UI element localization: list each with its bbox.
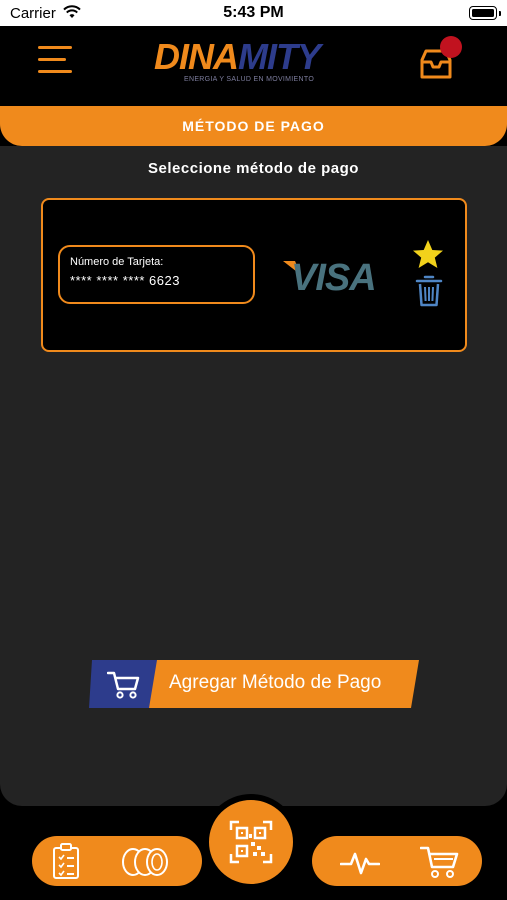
add-payment-method-label: Agregar Método de Pago: [169, 672, 382, 693]
qr-code-button[interactable]: [203, 794, 299, 890]
battery-icon: [469, 6, 501, 20]
visa-logo: VISA: [281, 253, 389, 299]
logo-tagline: ENERGIA Y SALUD EN MOVIMIENTO: [184, 76, 315, 83]
bottom-navigation: [0, 794, 507, 900]
activity-pulse-icon[interactable]: [339, 848, 381, 881]
card-brand-label: VISA: [291, 257, 376, 297]
app-header: DINAMITY ENERGIA Y SALUD EN MOVIMIENTO: [0, 26, 507, 106]
card-number-value: **** **** **** 6623: [70, 273, 180, 288]
dinamity-logo: DINAMITY ENERGIA Y SALUD EN MOVIMIENTO: [150, 34, 360, 89]
notification-badge: [440, 36, 462, 58]
trash-icon[interactable]: [415, 274, 443, 308]
bottom-nav-left-group: [32, 836, 202, 886]
shopping-cart-icon[interactable]: [419, 845, 460, 884]
qr-code-icon: [229, 820, 273, 864]
add-payment-method-button[interactable]: Agregar Método de Pago: [89, 660, 419, 708]
coins-icon[interactable]: [120, 846, 172, 883]
favorite-star-icon[interactable]: [411, 238, 445, 272]
hamburger-menu-icon[interactable]: [38, 44, 74, 76]
shopping-cart-icon: [106, 670, 141, 705]
clock-time: 5:43 PM: [223, 4, 284, 21]
page-title: MÉTODO DE PAGO: [182, 118, 325, 134]
bottom-nav-right-group: [312, 836, 482, 886]
clipboard-icon[interactable]: [50, 842, 82, 885]
section-subtitle: Seleccione método de pago: [148, 160, 359, 177]
payment-card[interactable]: Número de Tarjeta: **** **** **** 6623 V…: [41, 198, 467, 352]
page-title-bar: MÉTODO DE PAGO: [0, 106, 507, 146]
status-bar: Carrier 5:43 PM: [0, 0, 507, 26]
logo-wordmark: DINAMITY: [154, 36, 321, 77]
card-number-label: Número de Tarjeta:: [70, 256, 164, 268]
card-number-box: Número de Tarjeta: **** **** **** 6623: [58, 245, 255, 304]
